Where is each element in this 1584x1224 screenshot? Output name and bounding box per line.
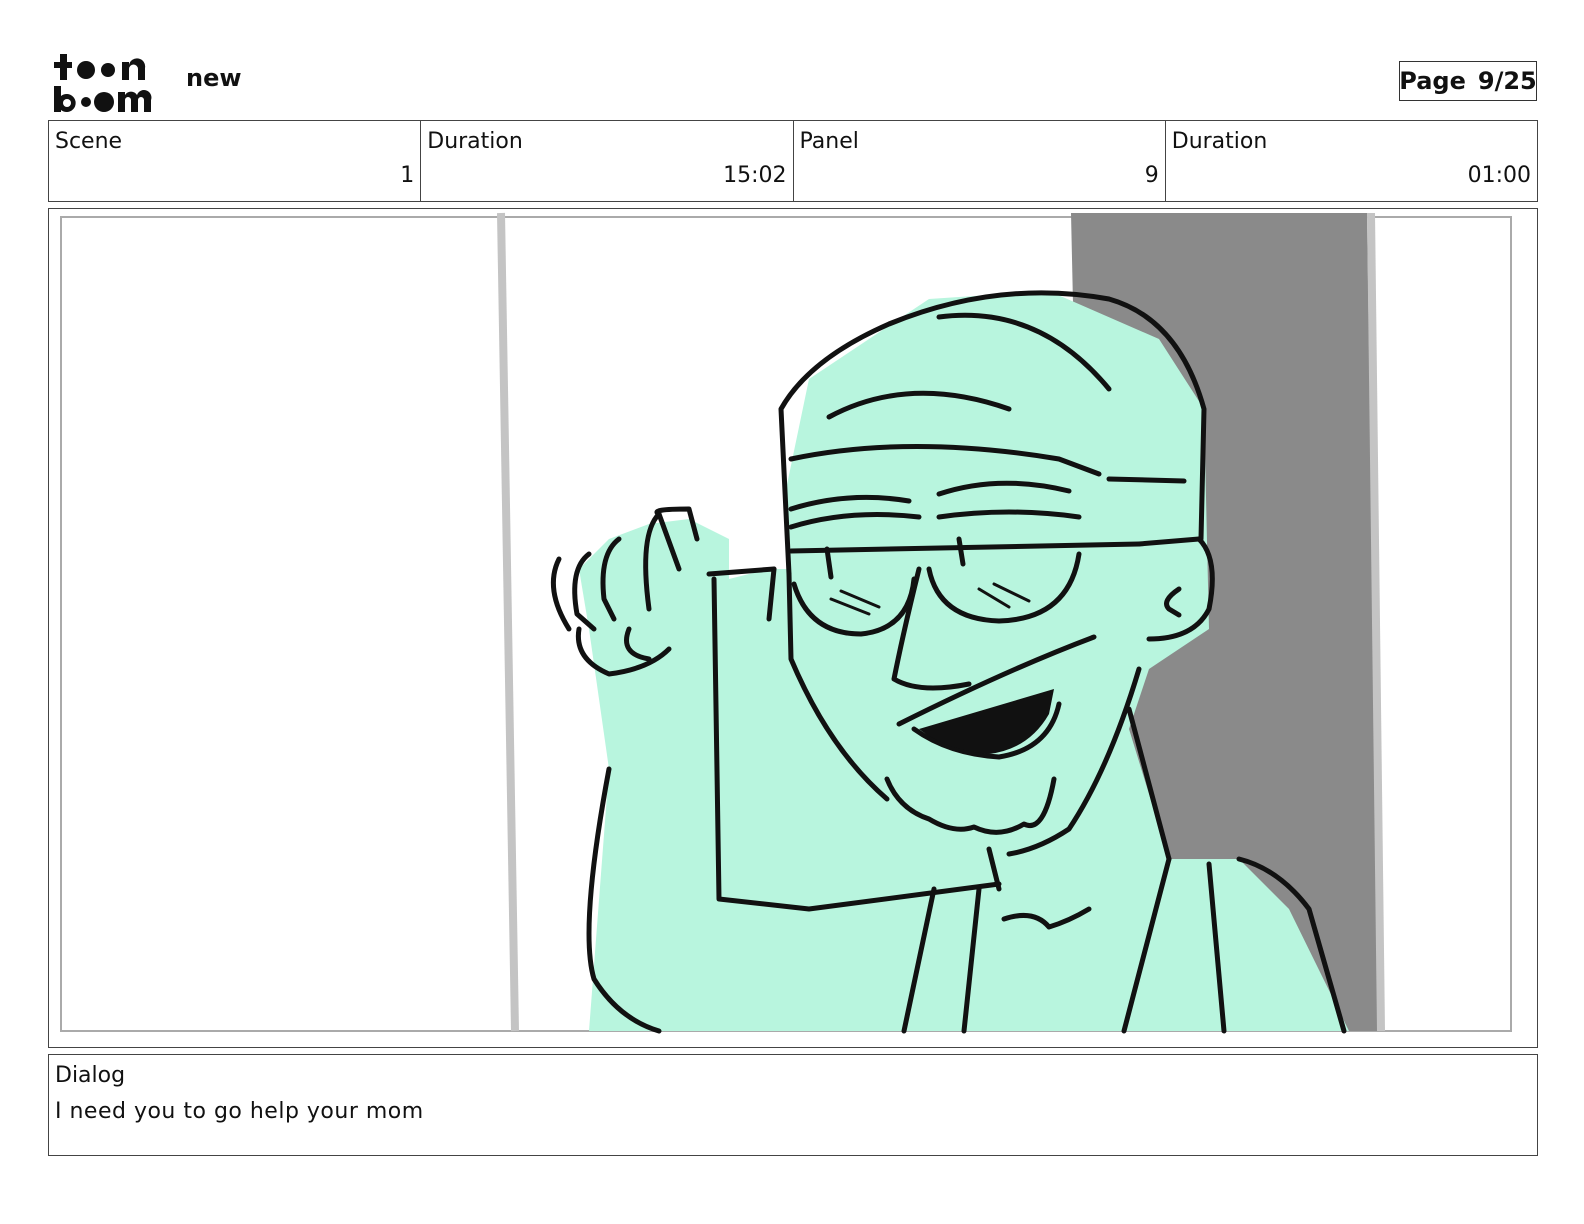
dialog-label: Dialog bbox=[55, 1063, 126, 1088]
panel-frame bbox=[48, 208, 1538, 1048]
dialog-box: Dialog I need you to go help your mom bbox=[48, 1054, 1538, 1156]
panel-duration-label: Duration bbox=[1171, 129, 1268, 154]
storyboard-drawing-icon bbox=[60, 212, 1512, 1034]
scene-info-table: Scene 1 Duration 15:02 Panel 9 Duration … bbox=[48, 120, 1538, 202]
toonboom-logo bbox=[54, 54, 152, 112]
page-indicator: Page 9/25 bbox=[1399, 61, 1537, 101]
scene-cell: Scene 1 bbox=[49, 121, 422, 201]
dialog-text: I need you to go help your mom bbox=[55, 1099, 424, 1124]
page-label: Page bbox=[1399, 67, 1466, 95]
panel-cell: Panel 9 bbox=[794, 121, 1166, 201]
panel-label: Panel bbox=[799, 129, 859, 154]
scene-duration-cell: Duration 15:02 bbox=[421, 121, 794, 201]
scene-duration-value: 15:02 bbox=[723, 163, 787, 188]
scene-value: 1 bbox=[400, 163, 415, 188]
project-title: new bbox=[186, 64, 242, 92]
panel-duration-cell: Duration 01:00 bbox=[1166, 121, 1537, 201]
scene-duration-label: Duration bbox=[427, 129, 523, 154]
scene-label: Scene bbox=[55, 129, 123, 154]
wall-edge-line bbox=[497, 212, 519, 1032]
page-number: 9/25 bbox=[1477, 67, 1537, 95]
panel-value: 9 bbox=[1144, 163, 1159, 188]
panel-duration-value: 01:00 bbox=[1467, 163, 1531, 188]
